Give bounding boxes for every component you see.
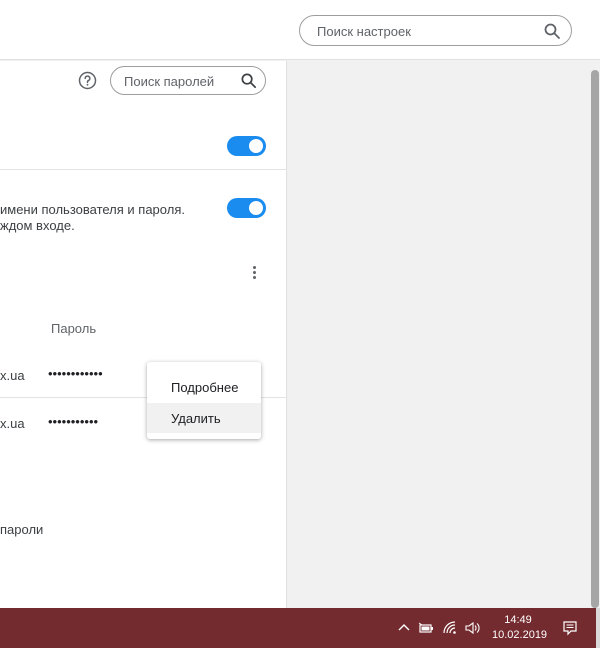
password-search-placeholder: Поиск паролей <box>124 74 215 89</box>
wifi-icon[interactable] <box>442 620 458 636</box>
help-icon[interactable] <box>78 71 97 90</box>
clock-time: 14:49 <box>504 614 532 626</box>
battery-icon[interactable] <box>418 620 434 636</box>
notifications-icon[interactable] <box>562 620 578 636</box>
show-desktop-button[interactable] <box>596 608 600 648</box>
taskbar-clock[interactable]: 14:49 10.02.2019 <box>492 613 548 643</box>
search-icon[interactable] <box>543 22 561 40</box>
divider <box>0 169 286 170</box>
toggle-knob <box>249 139 263 153</box>
scrollbar-thumb[interactable] <box>591 70 599 608</box>
autosignin-description-line2: ждом входе. <box>0 218 75 233</box>
settings-header: Поиск настроек <box>0 0 600 60</box>
chevron-up-icon[interactable] <box>396 620 412 636</box>
search-icon[interactable] <box>240 72 257 89</box>
autosignin-toggle[interactable] <box>227 198 266 218</box>
page-scrollbar[interactable] <box>589 62 600 608</box>
menu-item-details[interactable]: Подробнее <box>147 372 261 402</box>
taskbar: 14:49 10.02.2019 <box>0 608 600 648</box>
row-site: x.ua <box>0 368 25 383</box>
password-search-input[interactable]: Поиск паролей <box>110 66 266 95</box>
clock-date: 10.02.2019 <box>492 629 548 641</box>
volume-icon[interactable] <box>464 620 480 636</box>
row-site: x.ua <box>0 416 25 431</box>
passwords-panel: Поиск паролей имени пользователя и парол… <box>0 61 287 609</box>
menu-item-delete[interactable]: Удалить <box>147 403 261 433</box>
row-context-menu: Подробнее Удалить <box>147 362 261 439</box>
never-saved-heading: пароли <box>0 522 44 537</box>
autosignin-description-line1: имени пользователя и пароля. <box>0 202 185 217</box>
row-password: •••••••••••• <box>48 366 103 381</box>
settings-search-input[interactable]: Поиск настроек <box>299 15 572 46</box>
column-header-password: Пароль <box>51 321 97 336</box>
toggle-knob <box>249 201 263 215</box>
row-password: ••••••••••• <box>48 414 99 429</box>
settings-search-placeholder: Поиск настроек <box>317 24 411 39</box>
offer-save-passwords-toggle[interactable] <box>227 136 266 156</box>
more-actions-icon[interactable] <box>251 266 257 282</box>
